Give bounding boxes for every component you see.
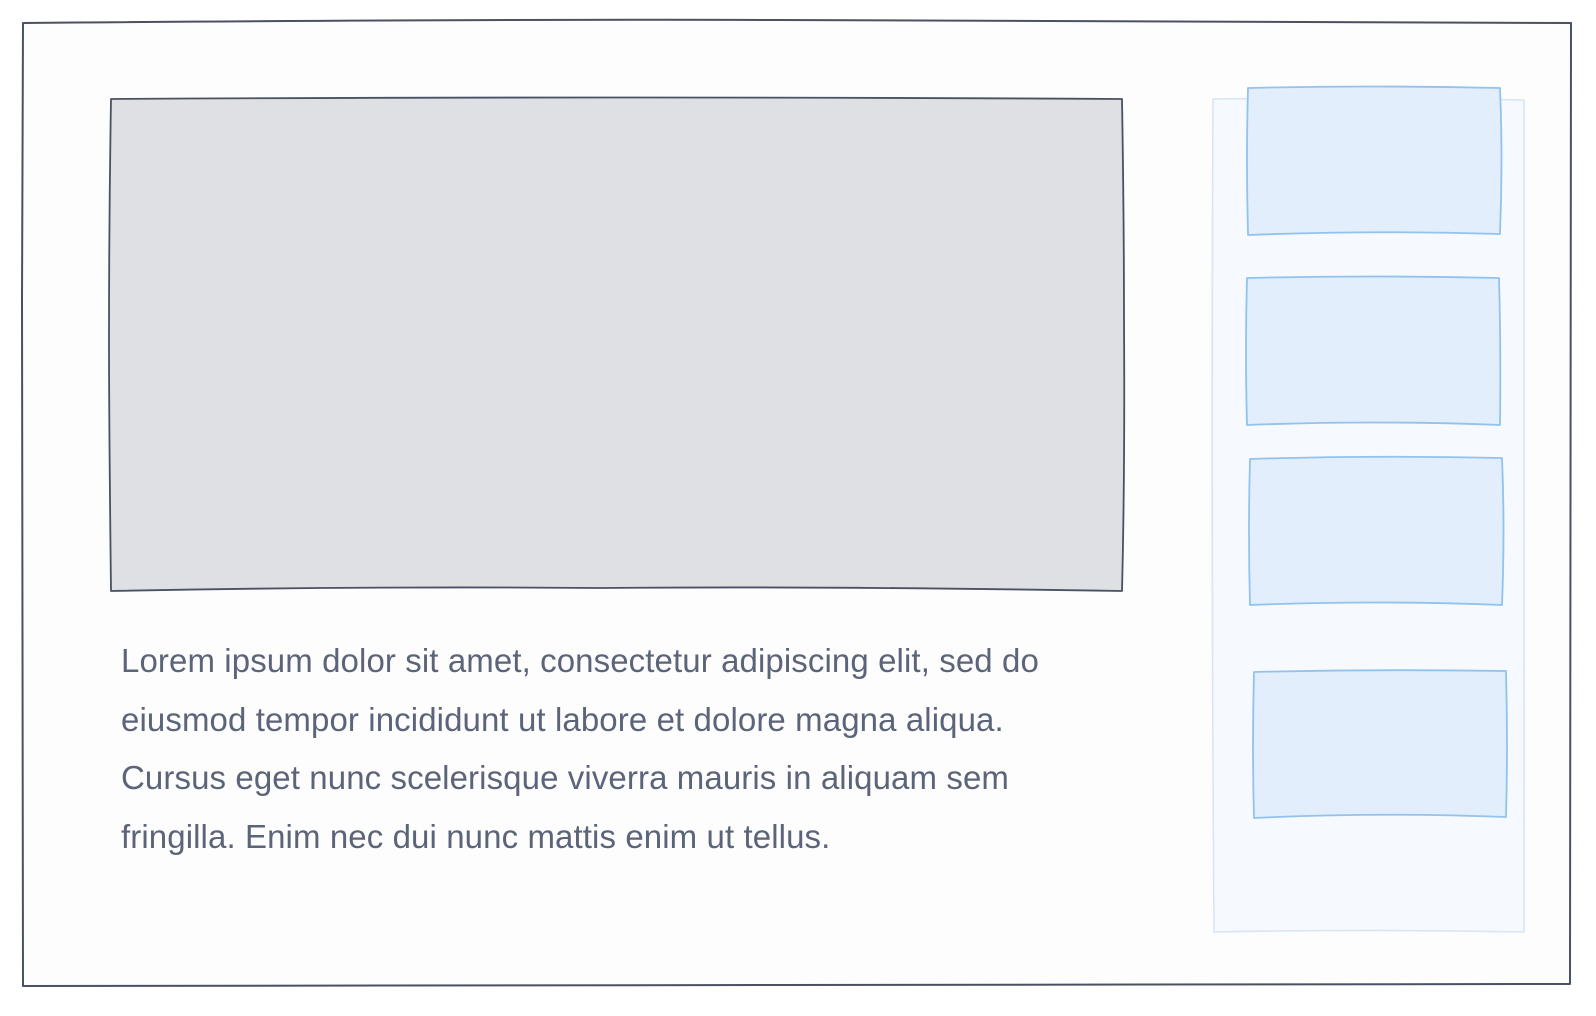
body-text: Lorem ipsum dolor sit amet, consectetur … bbox=[121, 642, 1039, 855]
sidebar-thumbnail bbox=[1246, 85, 1503, 236]
sidebar-thumbnail bbox=[1252, 669, 1508, 819]
sidebar-thumbnail bbox=[1245, 275, 1502, 426]
sidebar-thumbnail bbox=[1248, 455, 1505, 606]
media-placeholder bbox=[108, 96, 1126, 592]
